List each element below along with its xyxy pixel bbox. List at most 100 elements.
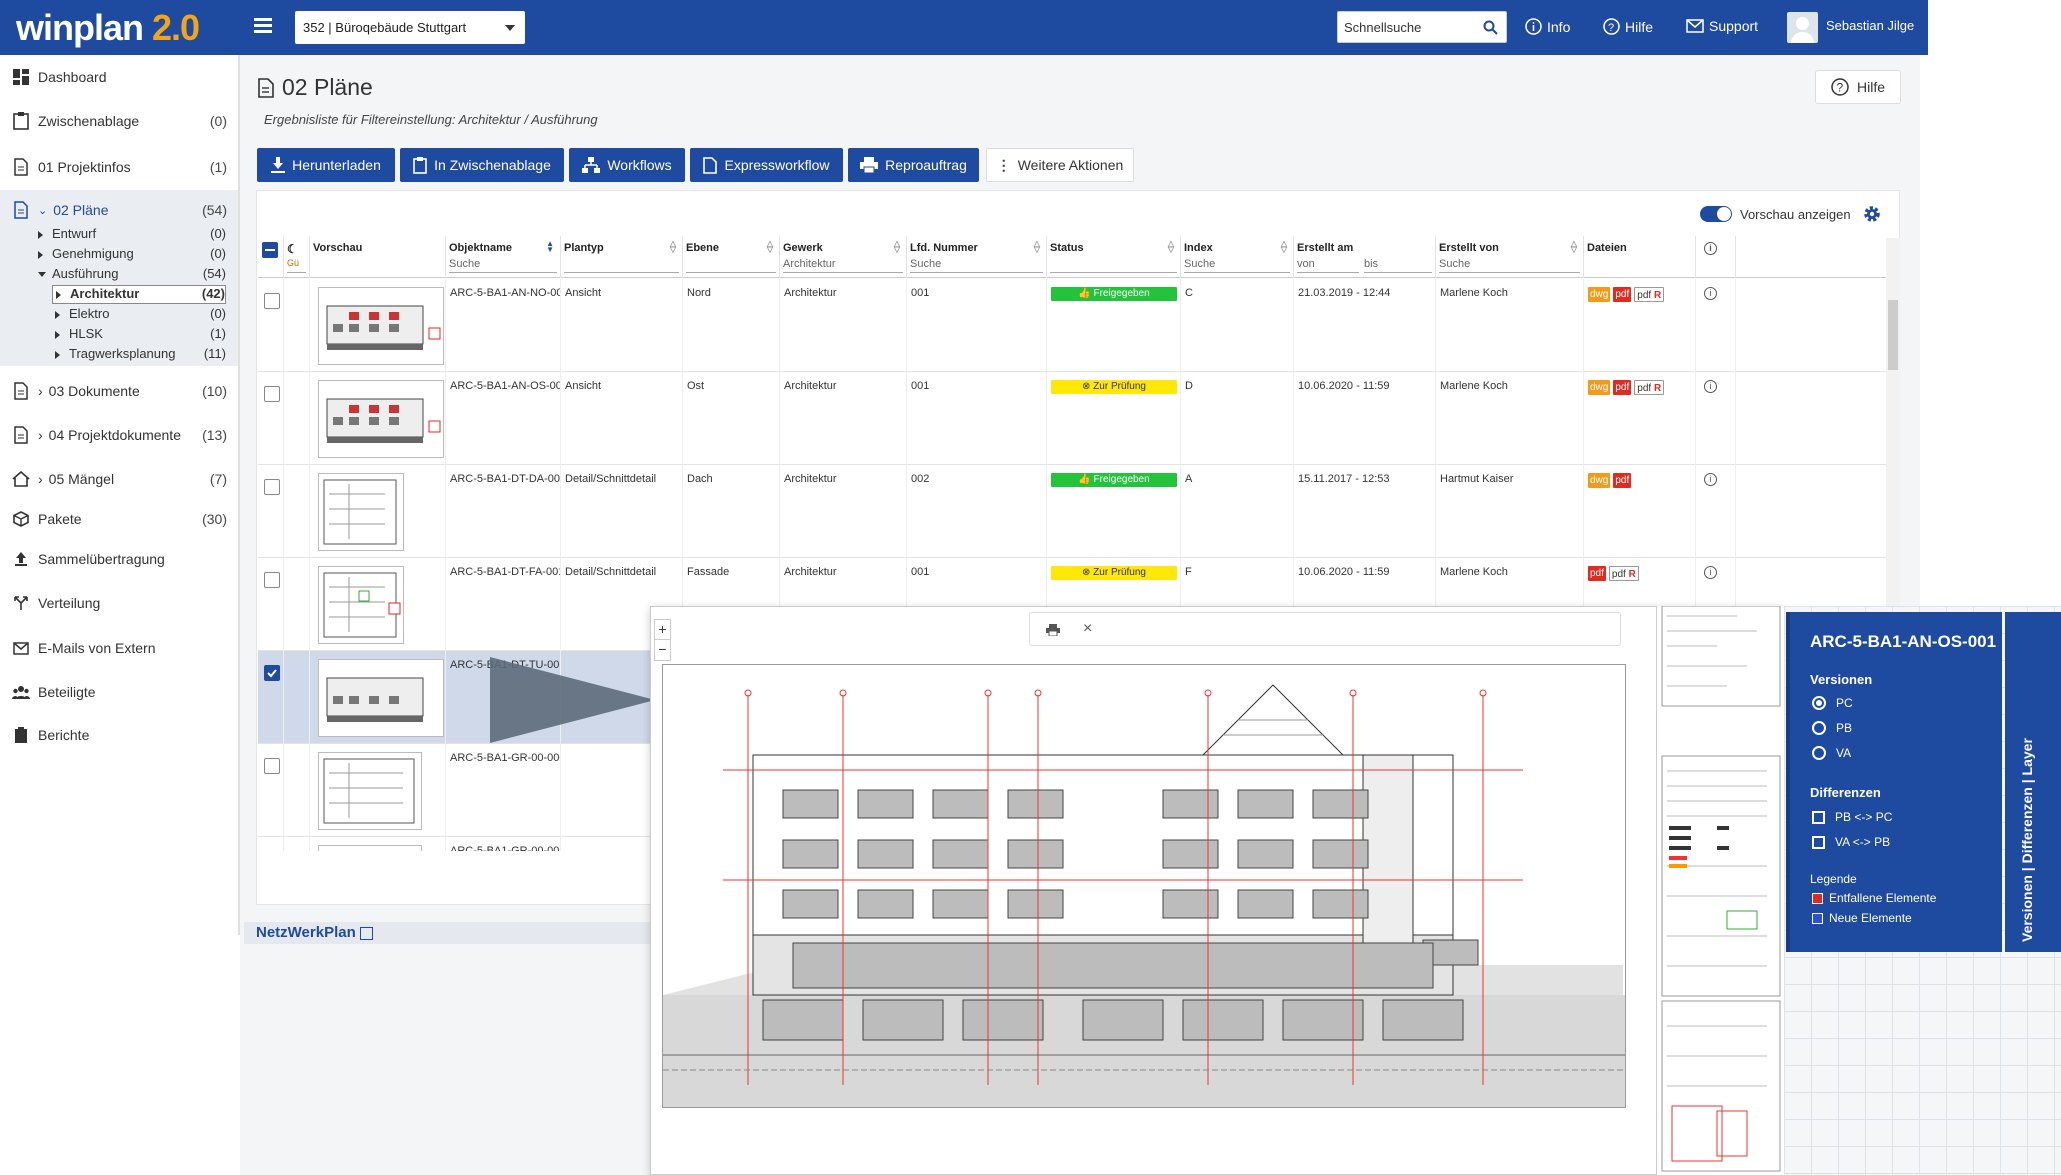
plan-thumbnail[interactable] <box>318 380 444 458</box>
sort-icon[interactable]: △ ▽ <box>1034 240 1040 254</box>
expand-icon[interactable] <box>55 310 64 319</box>
row-name[interactable]: ARC-5-BA1-AN-NO-001 <box>446 279 561 372</box>
avatar[interactable] <box>1787 12 1818 43</box>
row-name[interactable]: ARC-5-BA1-AN-OS-001 <box>446 372 561 465</box>
version-radio-pc[interactable]: PC <box>1812 696 1853 710</box>
chevron-right-icon[interactable]: › <box>38 383 43 399</box>
sort-icon[interactable]: △ ▽ <box>670 240 676 254</box>
menu-icon[interactable] <box>254 18 272 34</box>
ebene-filter[interactable] <box>686 258 776 273</box>
sidebar-item-berichte[interactable]: Berichte <box>12 726 227 744</box>
sidebar-item-projektdokumente[interactable]: › 04 Projektdokumente (13) <box>12 426 227 444</box>
plantyp-filter[interactable] <box>564 258 679 273</box>
col-created[interactable]: Erstellt am von bis <box>1294 236 1436 278</box>
diff-checkbox-va-pb[interactable]: VA <-> PB <box>1812 835 1890 849</box>
sidebar-sub-hlsk[interactable]: HLSK (1) <box>52 326 226 341</box>
print-icon[interactable] <box>1046 624 1060 636</box>
expand-icon[interactable] <box>56 290 65 299</box>
row-checkbox[interactable] <box>264 479 280 495</box>
col-preview[interactable]: Vorschau <box>310 236 446 278</box>
pdf-redline-file-icon[interactable]: pdf R <box>1634 287 1665 302</box>
support-link[interactable]: Support <box>1686 18 1758 34</box>
expand-icon[interactable] <box>38 230 47 239</box>
sidebar-item-projektinfos[interactable]: 01 Projektinfos (1) <box>12 158 227 176</box>
select-all-checkbox[interactable] <box>262 242 278 258</box>
info-icon[interactable]: i <box>1704 287 1717 300</box>
plan-thumbnail[interactable] <box>318 659 444 737</box>
search-input[interactable]: Schnellsuche <box>1337 11 1507 43</box>
plan-thumbnail[interactable] <box>318 566 404 644</box>
chevron-down-icon[interactable]: ⌄ <box>38 204 47 217</box>
versions-tab[interactable]: Versionen | Differenzen | Layer <box>2005 612 2061 952</box>
table-row[interactable]: ARC-5-BA1-DT-DA-002 Detail/Schnittdetail D… <box>258 465 1886 558</box>
dwg-file-icon[interactable]: dwg <box>1588 287 1611 302</box>
row-name[interactable]: ARC-5-BA1-GR-00-000 <box>446 744 561 837</box>
table-row[interactable]: ARC-5-BA1-AN-NO-001 Ansicht Nord Architektu… <box>258 279 1886 372</box>
help-link[interactable]: ? Hilfe <box>1603 18 1653 35</box>
info-icon[interactable]: i <box>1704 566 1717 579</box>
collapse-icon[interactable] <box>38 272 46 278</box>
version-radio-va[interactable]: VA <box>1812 746 1851 760</box>
project-select[interactable]: 352 | Büroqebäude Stuttgart <box>295 11 525 44</box>
toggle-switch[interactable] <box>1700 206 1732 222</box>
user-name[interactable]: Sebastian Jilge <box>1826 18 1914 33</box>
table-row[interactable]: ARC-5-BA1-AN-OS-001 Ansicht Ost Architektur… <box>258 372 1886 465</box>
sidebar-sub-architektur[interactable]: Architektur (42) <box>52 285 226 304</box>
plan-thumbnail[interactable] <box>318 752 422 830</box>
sidebar-sub-entwurf[interactable]: Entwurf (0) <box>38 226 226 241</box>
pdf-file-icon[interactable]: pdf <box>1588 566 1606 581</box>
preview-toggle[interactable]: Vorschau anzeigen <box>1700 206 1851 222</box>
sidebar-item-pakete[interactable]: Pakete (30) <box>12 510 227 528</box>
col-files[interactable]: Dateien <box>1584 236 1696 278</box>
col-info[interactable]: i <box>1696 236 1736 278</box>
sidebar-item-zwischenablage[interactable]: Zwischenablage (0) <box>12 112 227 130</box>
col-name[interactable]: Objektname ▲ ▼ Suche <box>446 236 561 278</box>
expressworkflow-button[interactable]: Expressworkflow <box>690 148 843 182</box>
col-gewerk[interactable]: Gewerk △ ▽ Architektur <box>780 236 907 278</box>
plan-thumbnail[interactable] <box>318 473 404 551</box>
checkbox[interactable] <box>1812 810 1825 824</box>
chevron-right-icon[interactable]: › <box>38 427 43 443</box>
checkbox[interactable] <box>1812 835 1825 849</box>
row-checkbox[interactable] <box>264 572 280 588</box>
info-link[interactable]: Info <box>1525 18 1570 35</box>
sidebar-sub-tragwerksplanung[interactable]: Tragwerksplanung (11) <box>52 346 226 361</box>
sort-icon[interactable]: △ ▽ <box>767 240 773 254</box>
sidebar-sub-genehmigung[interactable]: Genehmigung (0) <box>38 246 226 261</box>
row-checkbox[interactable] <box>264 386 280 402</box>
col-gs[interactable]: ☾ Gü <box>284 236 310 278</box>
zoom-in-button[interactable]: + <box>655 620 670 640</box>
col-index[interactable]: Index △ ▽ Suche <box>1181 236 1294 278</box>
info-icon[interactable]: i <box>1704 473 1717 486</box>
sidebar-item-maengel[interactable]: › 05 Mängel (7) <box>12 470 227 488</box>
col-lfd[interactable]: Lfd. Nummer △ ▽ Suche <box>907 236 1047 278</box>
sidebar-item-sammeluebertragung[interactable]: Sammelübertragung <box>12 550 227 568</box>
col-plantyp[interactable]: Plantyp △ ▽ <box>561 236 683 278</box>
version-radio-pb[interactable]: PB <box>1812 721 1852 735</box>
pdf-redline-file-icon[interactable]: pdf R <box>1608 566 1639 581</box>
clipboard-button[interactable]: In Zwischenablage <box>400 148 564 182</box>
col-status[interactable]: Status △ ▽ <box>1047 236 1181 278</box>
expand-icon[interactable] <box>55 350 64 359</box>
sidebar-item-emails[interactable]: E-Mails von Extern <box>12 639 227 657</box>
radio-icon[interactable] <box>1812 696 1826 710</box>
col-created-by[interactable]: Erstellt von △ ▽ Suche <box>1436 236 1584 278</box>
sidebar-item-dashboard[interactable]: Dashboard <box>12 68 227 86</box>
dwg-file-icon[interactable]: dwg <box>1588 380 1611 395</box>
status-filter[interactable] <box>1050 258 1177 273</box>
row-name[interactable]: ARC-5-BA1-DT-FA-001 <box>446 558 561 651</box>
sidebar-sub-ausfuehrung[interactable]: Ausführung (54) <box>38 266 226 281</box>
dwg-file-icon[interactable]: dwg <box>1588 473 1611 488</box>
sort-icon[interactable]: △ ▽ <box>1168 240 1174 254</box>
pdf-file-icon[interactable]: pdf <box>1613 287 1632 302</box>
gear-icon[interactable] <box>1862 204 1882 224</box>
zoom-out-button[interactable]: − <box>655 640 670 659</box>
sidebar-item-verteilung[interactable]: Verteilung <box>12 594 227 612</box>
col-ebene[interactable]: Ebene △ ▽ <box>683 236 780 278</box>
row-name[interactable]: ARC-5-BA1-DT-DA-002 <box>446 465 561 558</box>
download-button[interactable]: Herunterladen <box>257 148 395 182</box>
search-icon[interactable] <box>1483 20 1498 35</box>
plan-thumbnail[interactable] <box>318 845 422 851</box>
radio-icon[interactable] <box>1812 746 1826 760</box>
row-checkbox[interactable] <box>264 293 280 309</box>
